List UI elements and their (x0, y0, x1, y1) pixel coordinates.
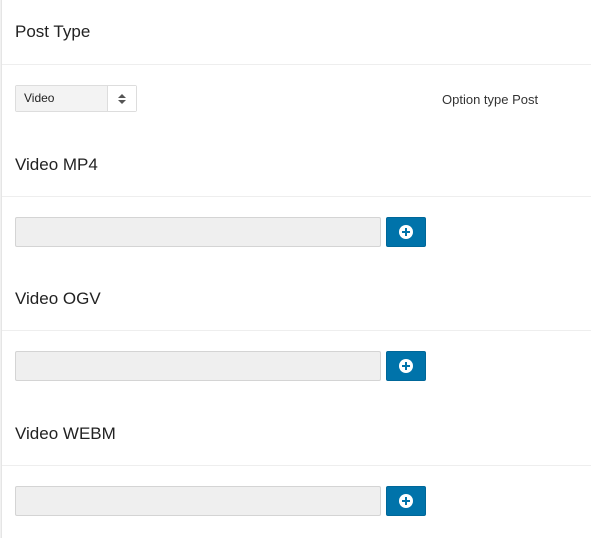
video-mp4-input[interactable] (15, 217, 381, 247)
post-type-description: Option type Post (442, 92, 539, 107)
plus-circle-icon (399, 494, 413, 508)
up-down-arrows-icon (107, 86, 136, 111)
post-type-title: Post Type (15, 22, 91, 41)
post-type-select[interactable]: Video (15, 85, 137, 112)
options-panel: Post Type Video Option type Post Video M… (1, 0, 591, 538)
video-webm-input[interactable] (15, 486, 381, 516)
divider (2, 330, 591, 331)
video-mp4-title: Video MP4 (15, 155, 98, 174)
video-ogv-add-button[interactable] (386, 351, 426, 381)
plus-circle-icon (399, 225, 413, 239)
divider (2, 196, 591, 197)
divider (2, 64, 591, 65)
video-ogv-title: Video OGV (15, 289, 101, 308)
video-webm-title: Video WEBM (15, 424, 116, 443)
divider (2, 465, 591, 466)
video-ogv-input[interactable] (15, 351, 381, 381)
video-mp4-add-button[interactable] (386, 217, 426, 247)
post-type-select-value: Video (16, 86, 107, 111)
video-webm-add-button[interactable] (386, 486, 426, 516)
plus-circle-icon (399, 359, 413, 373)
